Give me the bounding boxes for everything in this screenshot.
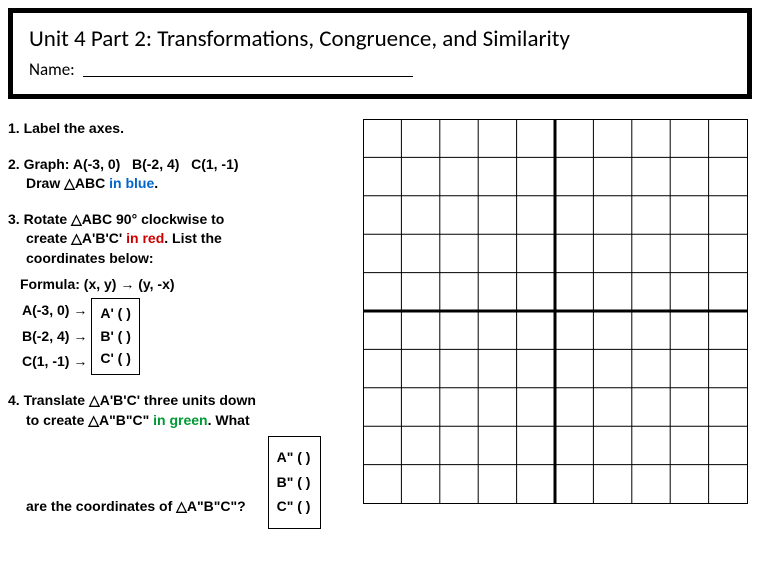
q2-draw: Draw △ABC [26,175,109,191]
q4-answer-box[interactable]: A" ( ) B" ( ) C" ( ) [268,436,322,529]
q3-line3: coordinates below: [26,250,154,266]
question-3: 3. Rotate △ABC 90° clockwise to create △… [8,210,343,375]
q4-line2a: to create △A"B"C" [26,412,153,428]
q4-rowB[interactable]: B" ( ) [277,473,311,493]
q4-num: 4. [8,392,20,408]
questions-column: 1. Label the axes. 2. Graph: A(-3, 0) B(… [8,119,343,545]
coordinate-grid[interactable] [363,119,748,504]
q2-B: B(-2, 4) [132,156,179,172]
header-box: Unit 4 Part 2: Transformations, Congruen… [8,8,752,99]
q4-color: in green [153,412,207,428]
question-4: 4. Translate △A'B'C' three units down to… [8,391,343,529]
q4-line3: are the coordinates of △A"B"C"? [26,498,246,514]
q3-rowB-right[interactable]: B' ( ) [100,327,131,347]
question-1: 1. Label the axes. [8,119,343,139]
q2-C: C(1, -1) [191,156,238,172]
q3-num: 3. [8,211,20,227]
q3-formula: Formula: (x, y) → (y, -x) [20,275,343,295]
question-2: 2. Graph: A(-3, 0) B(-2, 4) C(1, -1) Dra… [8,155,343,194]
name-line: Name: [29,59,731,80]
q1-num: 1. [8,120,20,136]
q3-rowB-left: B(-2, 4) → [22,324,92,349]
q3-line1: Rotate △ABC 90° clockwise to [24,211,225,227]
q4-line1: Translate △A'B'C' three units down [24,392,256,408]
name-label: Name: [29,59,75,80]
q4-rowA[interactable]: A" ( ) [277,448,311,468]
q2-num: 2. [8,156,20,172]
q1-text: Label the axes. [24,120,124,136]
q3-line2a: create △A'B'C' [26,230,126,246]
unit-title: Unit 4 Part 2: Transformations, Congruen… [29,25,731,53]
q3-rowA-left: A(-3, 0) → [22,299,92,324]
q4-line2b: . What [208,412,250,428]
q3-rowC-right[interactable]: C' ( ) [100,349,131,369]
q2-color: in blue [109,175,154,191]
q2-graph-label: Graph: [24,156,70,172]
name-underline[interactable] [83,76,413,77]
q3-line2b: . List the [164,230,222,246]
q3-color: in red [126,230,164,246]
q3-rowA-right[interactable]: A' ( ) [100,304,131,324]
q3-rowC-left: C(1, -1) → [22,349,92,374]
q4-rowC[interactable]: C" ( ) [277,497,311,517]
q2-A: A(-3, 0) [73,156,120,172]
q2-end: . [154,175,158,191]
